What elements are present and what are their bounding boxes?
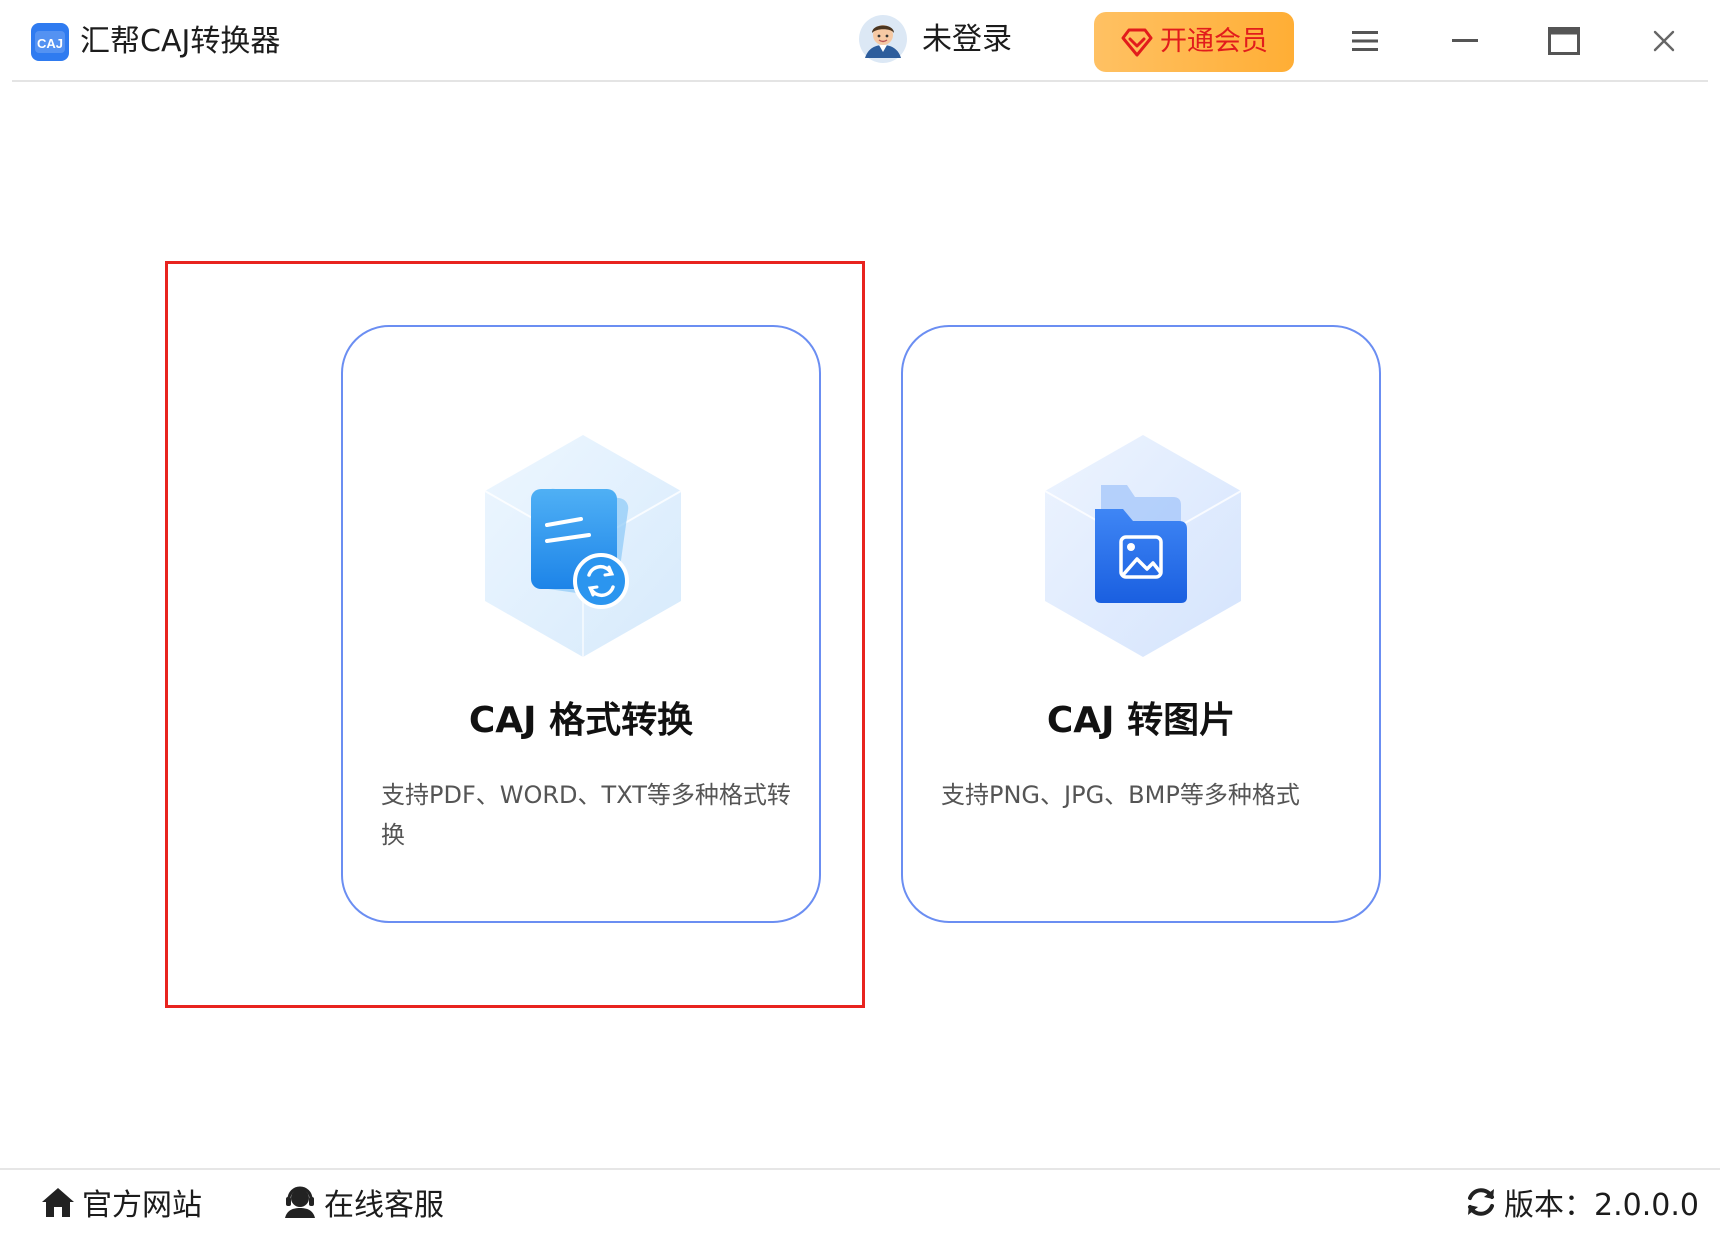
customer-service-icon xyxy=(285,1186,315,1218)
user-avatar-icon[interactable] xyxy=(858,14,908,64)
card-description: 支持PDF、WORD、TXT等多种格式转换 xyxy=(381,781,791,849)
maximize-button[interactable] xyxy=(1541,18,1587,64)
title-bar-divider xyxy=(12,80,1708,82)
minimize-button[interactable] xyxy=(1442,18,1488,64)
refresh-icon[interactable] xyxy=(1464,1185,1498,1219)
footer: 官方网站 在线客服 版本：2.0.0.0 xyxy=(0,1170,1720,1234)
minimize-icon xyxy=(1452,39,1478,42)
official-website-link[interactable]: 官方网站 xyxy=(40,1180,202,1224)
online-service-label: 在线客服 xyxy=(324,1188,444,1223)
caj-format-convert-card[interactable]: CAJ 格式转换 支持PDF、WORD、TXT等多种格式转换 xyxy=(341,325,821,923)
maximize-icon xyxy=(1548,27,1580,55)
caj-to-image-card[interactable]: CAJ 转图片 支持PNG、JPG、BMP等多种格式 xyxy=(901,325,1381,923)
close-button[interactable] xyxy=(1641,18,1687,64)
card-description: 支持PNG、JPG、BMP等多种格式 xyxy=(941,781,1300,809)
vip-button[interactable]: 开通会员 xyxy=(1094,12,1294,72)
home-icon xyxy=(42,1188,74,1217)
image-folder-icon xyxy=(1044,435,1242,657)
vip-button-label: 开通会员 xyxy=(1160,26,1268,57)
document-convert-icon xyxy=(484,435,682,657)
card-title: CAJ 转图片 xyxy=(1046,700,1236,741)
version-info: 版本：2.0.0.0 xyxy=(1464,1180,1699,1224)
version-label: 版本：2.0.0.0 xyxy=(1504,1188,1699,1223)
app-title: 汇帮CAJ转换器 xyxy=(80,24,281,59)
close-icon xyxy=(1653,30,1675,52)
menu-button[interactable] xyxy=(1342,18,1388,64)
diamond-icon xyxy=(1121,28,1153,57)
official-website-label: 官方网站 xyxy=(82,1188,202,1223)
title-bar: CAJ 汇帮CAJ转换器 未登录 开通会员 xyxy=(0,0,1720,82)
svg-text:CAJ: CAJ xyxy=(37,36,63,51)
hamburger-menu-icon xyxy=(1352,31,1378,51)
login-status[interactable]: 未登录 xyxy=(922,20,1012,60)
caj-logo-icon: CAJ xyxy=(31,23,69,61)
online-service-link[interactable]: 在线客服 xyxy=(282,1180,444,1224)
card-title: CAJ 格式转换 xyxy=(468,700,694,741)
